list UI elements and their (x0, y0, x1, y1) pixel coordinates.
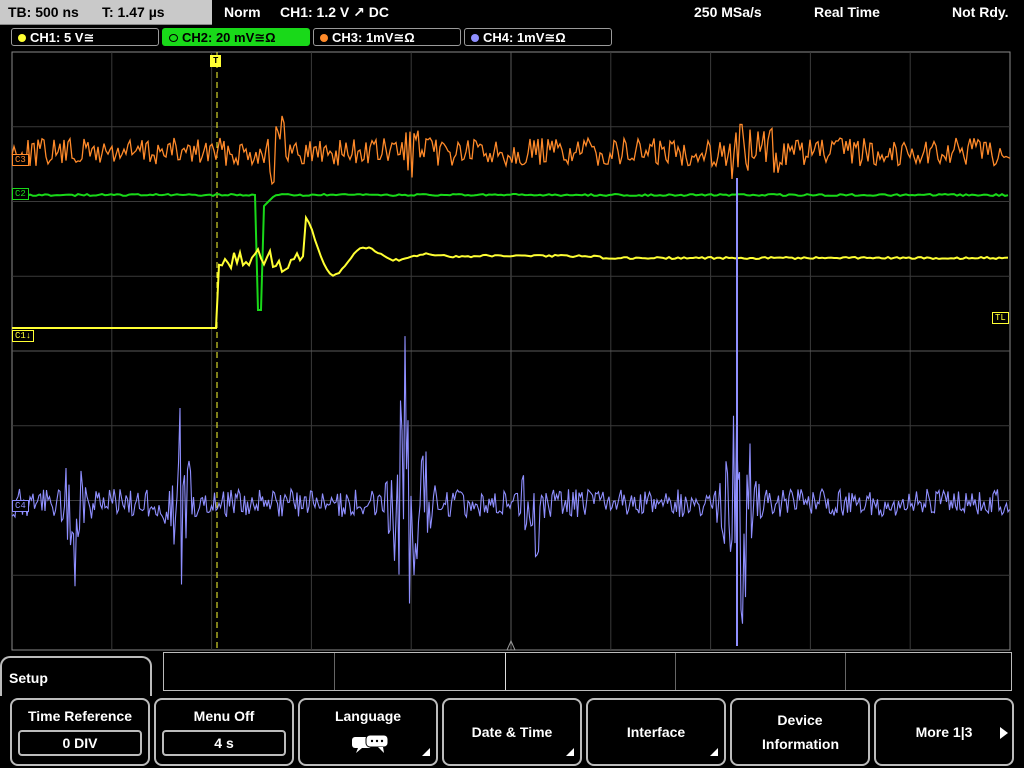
trigger-mode[interactable]: Norm (224, 0, 261, 24)
menu-off-label: Menu Off (193, 708, 255, 724)
menu-off-button[interactable]: Menu Off 4 s (154, 698, 294, 766)
waveform-display[interactable]: C1↓ TL C3 C2 C4 T (0, 48, 1024, 652)
trigger-info[interactable]: CH1: 1.2 V ↗ DC (280, 0, 389, 24)
acquisition-mode[interactable]: Real Time (814, 0, 880, 24)
record-overview-bar[interactable] (163, 652, 1012, 691)
channel-2-tab[interactable]: CH2: 20 mV≅Ω (162, 28, 310, 46)
ch2-marker[interactable]: C2 (12, 188, 29, 200)
channel-1-dot-icon (18, 34, 26, 42)
channel-3-dot-icon (320, 34, 328, 42)
date-time-label: Date & Time (471, 724, 553, 740)
submenu-indicator-icon (422, 748, 430, 756)
overview-divider (334, 653, 335, 690)
channel-3-label: CH3: 1mV≅Ω (332, 30, 415, 45)
trigger-position-marker[interactable]: T (210, 55, 222, 67)
trigger-time-readout: T: 1.47 µs (102, 4, 165, 20)
more-label: More 1|3 (915, 724, 973, 740)
softkey-bar: Time Reference 0 DIV Menu Off 4 s Langua… (0, 696, 1024, 768)
language-button[interactable]: Language (298, 698, 438, 766)
waveform-canvas (11, 51, 1011, 651)
interface-label: Interface (626, 724, 686, 740)
ch4-marker[interactable]: C4 (12, 500, 29, 512)
channel-1-label: CH1: 5 V≅ (30, 30, 95, 45)
time-reference-value: 0 DIV (18, 730, 142, 756)
channel-4-label: CH4: 1mV≅Ω (483, 30, 566, 45)
device-information-label: Device Information (762, 712, 839, 752)
channel-tabs: CH1: 5 V≅ CH2: 20 mV≅Ω CH3: 1mV≅Ω CH4: 1… (0, 26, 1024, 48)
channel-3-tab[interactable]: CH3: 1mV≅Ω (313, 28, 461, 46)
speech-bubble-icon (352, 734, 389, 753)
channel-4-dot-icon (471, 34, 479, 42)
channel-2-dot-icon (169, 34, 178, 42)
timebase-panel[interactable]: TB: 500 ns T: 1.47 µs (0, 0, 212, 25)
language-label: Language (334, 708, 402, 724)
interface-button[interactable]: Interface (586, 698, 726, 766)
device-information-button[interactable]: Device Information (730, 698, 870, 766)
graticule (11, 51, 1011, 651)
channel-1-tab[interactable]: CH1: 5 V≅ (11, 28, 159, 46)
channel-2-label: CH2: 20 mV≅Ω (182, 30, 276, 45)
channel-4-tab[interactable]: CH4: 1mV≅Ω (464, 28, 612, 46)
acquisition-state: Not Rdy. (952, 4, 1009, 20)
overview-divider (675, 653, 676, 690)
timebase-readout: TB: 500 ns (8, 4, 79, 20)
overview-center-line (505, 653, 506, 690)
submenu-indicator-icon (710, 748, 718, 756)
next-page-arrow-icon (1000, 727, 1008, 739)
menu-title: Setup (0, 656, 152, 698)
time-reference-button[interactable]: Time Reference 0 DIV (10, 698, 150, 766)
time-reference-label: Time Reference (27, 708, 132, 724)
overview-divider (845, 653, 846, 690)
submenu-indicator-icon (566, 748, 574, 756)
ch1-ground-marker[interactable]: C1↓ (12, 330, 35, 342)
date-time-button[interactable]: Date & Time (442, 698, 582, 766)
sample-rate: 250 MSa/s (694, 4, 762, 20)
trigger-level-marker[interactable]: TL (992, 312, 1009, 324)
menu-off-value: 4 s (162, 730, 286, 756)
status-bar: TB: 500 ns T: 1.47 µs Norm CH1: 1.2 V ↗ … (0, 0, 1024, 25)
ch3-marker[interactable]: C3 (12, 154, 29, 166)
more-button[interactable]: More 1|3 (874, 698, 1014, 766)
